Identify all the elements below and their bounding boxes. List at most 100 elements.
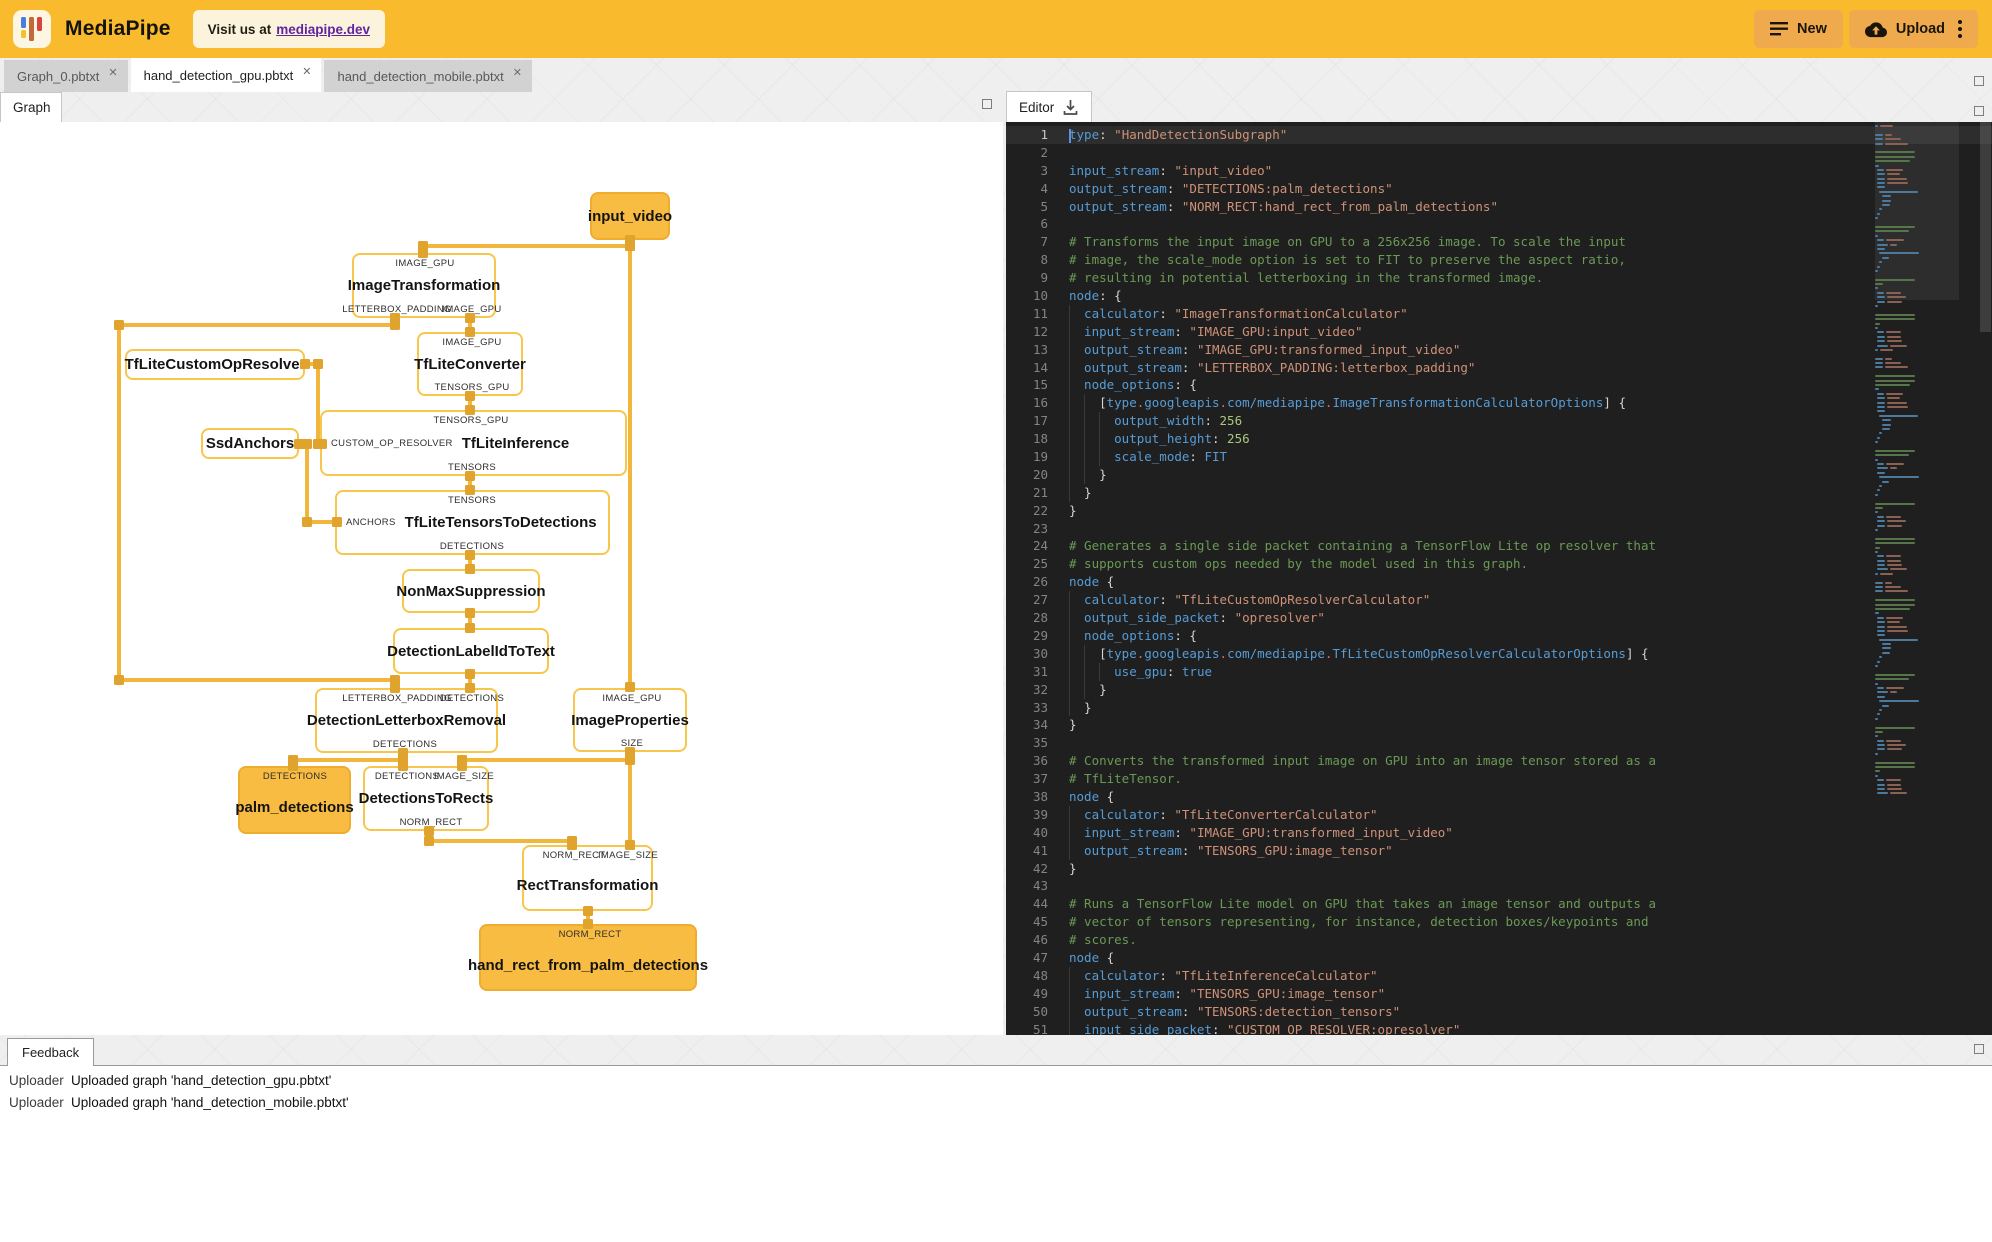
minimap-line <box>1875 204 1959 207</box>
line-number: 50 <box>1032 1003 1048 1019</box>
file-tab-label: hand_detection_gpu.pbtxt <box>143 67 294 83</box>
code-line-text: output_stream: "TENSORS_GPU:image_tensor… <box>1048 841 1393 860</box>
minimap-line <box>1875 186 1959 189</box>
line-number: 39 <box>1032 806 1048 822</box>
graph-node-TfLiteConverter[interactable]: IMAGE_GPU TfLiteConverter TENSORS_GPU <box>414 332 526 396</box>
minimap-line <box>1875 392 1959 395</box>
minimap-line <box>1875 147 1959 149</box>
file-tab-bar: Graph_0.pbtxt ✕ hand_detection_gpu.pbtxt ✕ h… <box>0 58 1992 92</box>
graph-edge <box>628 244 632 689</box>
code-line: 24 # Generates a single side packet conta… <box>1006 537 1992 555</box>
line-number: 40 <box>1032 824 1048 840</box>
graph-node-DetectionLabelIdToText[interactable]: DetectionLabelIdToText <box>387 628 555 674</box>
minimap-line <box>1875 296 1959 299</box>
graph-edge <box>421 244 632 248</box>
editor-scrollbar[interactable] <box>1979 122 1992 1035</box>
file-tab[interactable]: hand_detection_mobile.pbtxt ✕ <box>324 60 532 92</box>
graph-node-DetectionLetterboxRemoval[interactable]: LETTERBOX_PADDING DETECTIONS DetectionLett… <box>307 688 506 753</box>
graph-node-hand_rect_from_palm_detections[interactable]: NORM_RECT hand_rect_from_palm_detections <box>468 924 708 991</box>
code-line-text: } <box>1069 717 1077 733</box>
minimap-line <box>1875 212 1959 215</box>
download-icon[interactable] <box>1062 99 1079 116</box>
expand-tabs-icon[interactable] <box>1974 76 1984 86</box>
minimap-line <box>1875 344 1959 347</box>
port-label: DETECTIONS <box>439 693 505 704</box>
code-line-text: node { <box>1069 574 1115 590</box>
editor-panel-tab[interactable]: Editor <box>1006 91 1093 122</box>
minimap-line <box>1875 182 1959 185</box>
line-number: 42 <box>1032 860 1048 876</box>
line-number: 37 <box>1032 771 1048 787</box>
code-line-text: # supports custom ops needed by the mode… <box>1069 556 1529 572</box>
code-line: 25 # supports custom ops needed by the mo… <box>1006 555 1992 573</box>
port-dot <box>465 485 475 495</box>
graph-edge <box>460 758 632 762</box>
code-line-text: calculator: "TfLiteInferenceCalculator" <box>1048 966 1378 985</box>
graph-node-input_video[interactable]: input_video <box>588 192 672 240</box>
code-editor[interactable]: 1 type: "HandDetectionSubgraph" 2 3 input_st… <box>1006 122 1992 1035</box>
minimap[interactable] <box>1875 125 1959 797</box>
expand-graph-panel-icon[interactable] <box>982 99 992 109</box>
graph-node-RectTransformation[interactable]: NORM_RECT IMAGE_SIZE RectTransformation <box>517 845 658 911</box>
code-line-text: scale_mode: FIT <box>1048 448 1227 466</box>
minimap-line <box>1875 322 1959 325</box>
code-line-text: input_stream: "input_video" <box>1069 162 1273 178</box>
port-dot <box>625 241 635 251</box>
file-tab[interactable]: Graph_0.pbtxt ✕ <box>4 60 128 92</box>
port-label: NORM_RECT <box>542 850 606 861</box>
graph-node-palm_detections[interactable]: DETECTIONS palm_detections <box>235 766 354 834</box>
code-line-text: output_stream: "LETTERBOX_PADDING:letter… <box>1048 358 1475 377</box>
new-button[interactable]: New <box>1754 10 1843 48</box>
feedback-source: Uploader <box>9 1095 64 1110</box>
graph-node-ImageProperties[interactable]: IMAGE_GPU ImageProperties SIZE <box>571 688 689 752</box>
file-tab-label: Graph_0.pbtxt <box>17 68 100 84</box>
graph-node-DetectionsToRects[interactable]: DETECTIONS IMAGE_SIZE DetectionsToRects NOR… <box>359 766 494 831</box>
editor-scrollbar-thumb[interactable] <box>1980 122 1991 332</box>
feedback-row: Uploader Uploaded graph 'hand_detection_g… <box>0 1066 1992 1088</box>
port-dot <box>465 550 475 560</box>
code-line-text: # resulting in potential letterboxing in… <box>1069 270 1544 286</box>
minimap-line <box>1875 678 1959 681</box>
more-options-icon[interactable] <box>1958 20 1962 38</box>
graph-panel-tab[interactable]: Graph <box>0 92 62 122</box>
tab-close-icon[interactable]: ✕ <box>302 65 311 78</box>
code-line: 13 output_stream: "IMAGE_GPU:transformed… <box>1006 340 1992 359</box>
minimap-line <box>1875 744 1959 747</box>
line-number: 16 <box>1032 395 1048 411</box>
minimap-line <box>1875 138 1959 141</box>
line-number: 25 <box>1032 556 1048 572</box>
minimap-line <box>1875 362 1959 365</box>
graph-node-NonMaxSuppression[interactable]: NonMaxSuppression <box>396 569 546 613</box>
minimap-line <box>1875 647 1959 650</box>
code-line: 49 input_stream: "TENSORS_GPU:image_tens… <box>1006 984 1992 1003</box>
graph-node-TfLiteCustomOpResolver[interactable]: TfLiteCustomOpResolver <box>125 349 305 380</box>
file-tab[interactable]: hand_detection_gpu.pbtxt ✕ <box>130 58 322 92</box>
line-number: 38 <box>1032 788 1048 804</box>
feedback-message: Uploaded graph 'hand_detection_gpu.pbtxt… <box>71 1073 332 1088</box>
code-line-text: # Transforms the input image on GPU to a… <box>1069 234 1626 250</box>
tab-close-icon[interactable]: ✕ <box>513 66 522 79</box>
graph-node-SsdAnchors[interactable]: SsdAnchors <box>201 428 299 459</box>
mediapipe-dev-link[interactable]: mediapipe.dev <box>276 22 370 37</box>
code-line-text: calculator: "TfLiteConverterCalculator" <box>1048 805 1378 824</box>
upload-button[interactable]: Upload <box>1848 10 1978 48</box>
graph-node-TfLiteInference[interactable]: TENSORS_GPU CUSTOM_OP_RESOLVER TfLiteInfer… <box>320 410 627 476</box>
graph-node-ImageTransformation[interactable]: IMAGE_GPU ImageTransformation LETTERBOX_PA… <box>342 253 501 318</box>
feedback-panel: Feedback Uploader Uploaded graph 'hand_de… <box>0 1035 1992 1242</box>
minimap-line <box>1875 656 1959 659</box>
node-title: NonMaxSuppression <box>396 582 546 600</box>
graph-canvas[interactable]: input_video IMAGE_GPU ImageTransformation L… <box>0 122 1003 1035</box>
minimap-line <box>1875 384 1959 387</box>
code-line: 28 output_side_packet: "opresolver" <box>1006 609 1992 627</box>
feedback-panel-tab[interactable]: Feedback <box>7 1038 95 1066</box>
expand-editor-panel-icon[interactable] <box>1974 106 1984 116</box>
minimap-line <box>1875 287 1959 290</box>
node-title: TfLiteInference <box>461 434 570 452</box>
minimap-line <box>1875 129 1959 131</box>
port-label: IMAGE_GPU <box>442 337 502 348</box>
code-line: 26 node { <box>1006 573 1992 591</box>
port-dot <box>288 761 298 771</box>
tab-close-icon[interactable]: ✕ <box>108 66 117 79</box>
graph-node-TfLiteTensorsToDetections[interactable]: TENSORS ANCHORS TfLiteTensorsToDetections D… <box>335 490 610 555</box>
